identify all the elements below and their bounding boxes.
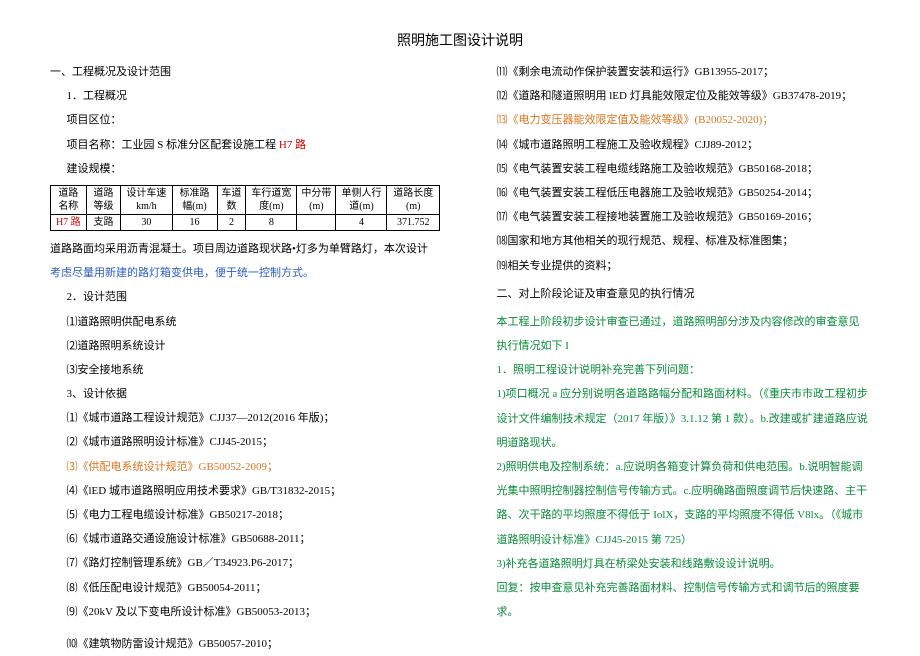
th-sidewalk: 单侧人行道(m) xyxy=(336,185,387,214)
section-1-heading: 一、工程概况及设计范围 xyxy=(50,60,440,84)
ref-14: ⒁《城市道路照明工程施工及验收规程》CJJ89-2012； xyxy=(480,133,870,157)
project-name: 项目名称：工业园 S 标准分区配套设施工程 H7 路 xyxy=(50,133,440,157)
pavement-desc-cont: 考虑尽量用新建的路灯箱变供电，便于统一控制方式。 xyxy=(50,261,440,285)
table-row: H7 路 支路 30 16 2 8 4 371.752 xyxy=(51,214,440,230)
ref-15: ⒂《电气装置安装工程电缆线路施工及验收规范》GB50168-2018； xyxy=(480,157,870,181)
subsection-1-1: 1．工程概况 xyxy=(50,84,440,108)
td-length: 371.752 xyxy=(387,214,440,230)
table-header-row: 道路名称 道路等级 设计车速km/h 标准路幅(m) 车道数 车行道宽度(m) … xyxy=(51,185,440,214)
subsection-1-3: 3、设计依据 xyxy=(50,382,440,406)
pavement-desc: 道路路面均采用沥青混凝土。项目周边道路现状路•灯多为单臂路灯，本次设计 xyxy=(50,237,440,261)
ref-13: ⒀《电力变压器能效限定值及能效等级》(B20052-2020)； xyxy=(480,108,870,132)
build-scale-label: 建设规模： xyxy=(50,157,440,181)
td-speed: 30 xyxy=(121,214,172,230)
td-median xyxy=(297,214,336,230)
project-location: 项目区位： xyxy=(50,108,440,132)
ref-3: ⑶《供配电系统设计规范》GB50052-2009； xyxy=(50,455,440,479)
ref-19: ⒆相关专业提供的资料； xyxy=(480,254,870,278)
ref-1: ⑴《城市道路工程设计规范》CJJ37—2012(2016 年版)； xyxy=(50,406,440,430)
reply-text: 回复：按申查意见补充完善路面材料、控制信号传输方式和调节后的照度要求。 xyxy=(480,576,870,624)
two-column-layout: 一、工程概况及设计范围 1．工程概况 项目区位： 项目名称：工业园 S 标准分区… xyxy=(50,60,870,656)
ref-12: ⑿《道路和隧道照明用 lED 灯具能效限定位及能效等级》GB37478-2019… xyxy=(480,84,870,108)
subsection-1-2: 2．设计范围 xyxy=(50,285,440,309)
td-lanes: 2 xyxy=(217,214,246,230)
supplement-item-2: 2)照明供电及控制系统：a.应说明各箱变计算负荷和供电范围。b.说明智能调光集中… xyxy=(480,455,870,552)
td-drive-width: 8 xyxy=(246,214,297,230)
ref-2: ⑵《城市道路照明设计标准》CJJ45-2015； xyxy=(50,430,440,454)
th-lanes: 车道数 xyxy=(217,185,246,214)
review-status: 本工程上阶段初步设计审查已通过，道路照明部分涉及内容修改的审查意见执行情况如下 … xyxy=(480,310,870,358)
road-spec-table-wrap: 道路名称 道路等级 设计车速km/h 标准路幅(m) 车道数 车行道宽度(m) … xyxy=(50,185,440,231)
th-length: 道路长度(m) xyxy=(387,185,440,214)
scope-item-2: ⑵道路照明系统设计 xyxy=(50,334,440,358)
scope-item-1: ⑴道路照明供配电系统 xyxy=(50,310,440,334)
scope-item-3: ⑶安全接地系统 xyxy=(50,358,440,382)
section-2-heading: 二、对上阶段论证及审查意见的执行情况 xyxy=(480,282,870,306)
td-sidewalk: 4 xyxy=(336,214,387,230)
td-grade: 支路 xyxy=(86,214,121,230)
ref-11: ⑾《剩余电流动作保护装置安装和运行》GB13955-2017； xyxy=(480,60,870,84)
supplement-heading: 1．照明工程设计说明补充完善下列问题： xyxy=(480,358,870,382)
ref-7: ⑺《路灯控制管理系统》GB／T34923.P6-2017； xyxy=(50,551,440,575)
ref-18: ⒅国家和地方其他相关的现行规范、规程、标准及标准图集； xyxy=(480,229,870,253)
right-column: ⑾《剩余电流动作保护装置安装和运行》GB13955-2017； ⑿《道路和隧道照… xyxy=(480,60,870,656)
project-road-code: H7 路 xyxy=(276,139,306,151)
supplement-item-1: 1)项口概况 a 应分别说明各道路路幅分配和路面材料。（《重庆市市政工程初步设计… xyxy=(480,382,870,455)
th-grade: 道路等级 xyxy=(86,185,121,214)
road-spec-table: 道路名称 道路等级 设计车速km/h 标准路幅(m) 车道数 车行道宽度(m) … xyxy=(50,185,440,231)
project-name-label: 项目名称：工业园 S 标准分区配套设施工程 xyxy=(67,139,277,151)
th-speed: 设计车速km/h xyxy=(121,185,172,214)
ref-17: ⒄《电气装置安装工程接地装置施工及验收规范》GB50169-2016； xyxy=(480,205,870,229)
ref-4: ⑷《lED 城市道路照明应用技术要求》GB/T31832-2015； xyxy=(50,479,440,503)
page-title: 照明施工图设计说明 xyxy=(50,30,870,50)
td-name: H7 路 xyxy=(51,214,87,230)
td-width: 16 xyxy=(172,214,217,230)
ref-6: ⑹《城市道路交通设施设计标准》GB50688-2011； xyxy=(50,527,440,551)
ref-10: ⑽《建筑物防雷设计规范》GB50057-2010； xyxy=(50,632,440,656)
ref-8: ⑻《低压配电设计规范》GB50054-2011； xyxy=(50,576,440,600)
ref-5: ⑸《电力工程电缆设计标准》GB50217-2018； xyxy=(50,503,440,527)
th-drive-width: 车行道宽度(m) xyxy=(246,185,297,214)
th-name: 道路名称 xyxy=(51,185,87,214)
left-column: 一、工程概况及设计范围 1．工程概况 项目区位： 项目名称：工业园 S 标准分区… xyxy=(50,60,440,656)
th-median: 中分带(m) xyxy=(297,185,336,214)
th-width: 标准路幅(m) xyxy=(172,185,217,214)
supplement-item-3: 3)补充各道路照明灯具在桥梁处安装和线路敷设设计说明。 xyxy=(480,552,870,576)
ref-16: ⒃《电气装置安装工程低压电器施工及验收规范》GB50254-2014； xyxy=(480,181,870,205)
ref-9: ⑼《20kV 及以下变电所设计标准》GB50053-2013； xyxy=(50,600,440,624)
